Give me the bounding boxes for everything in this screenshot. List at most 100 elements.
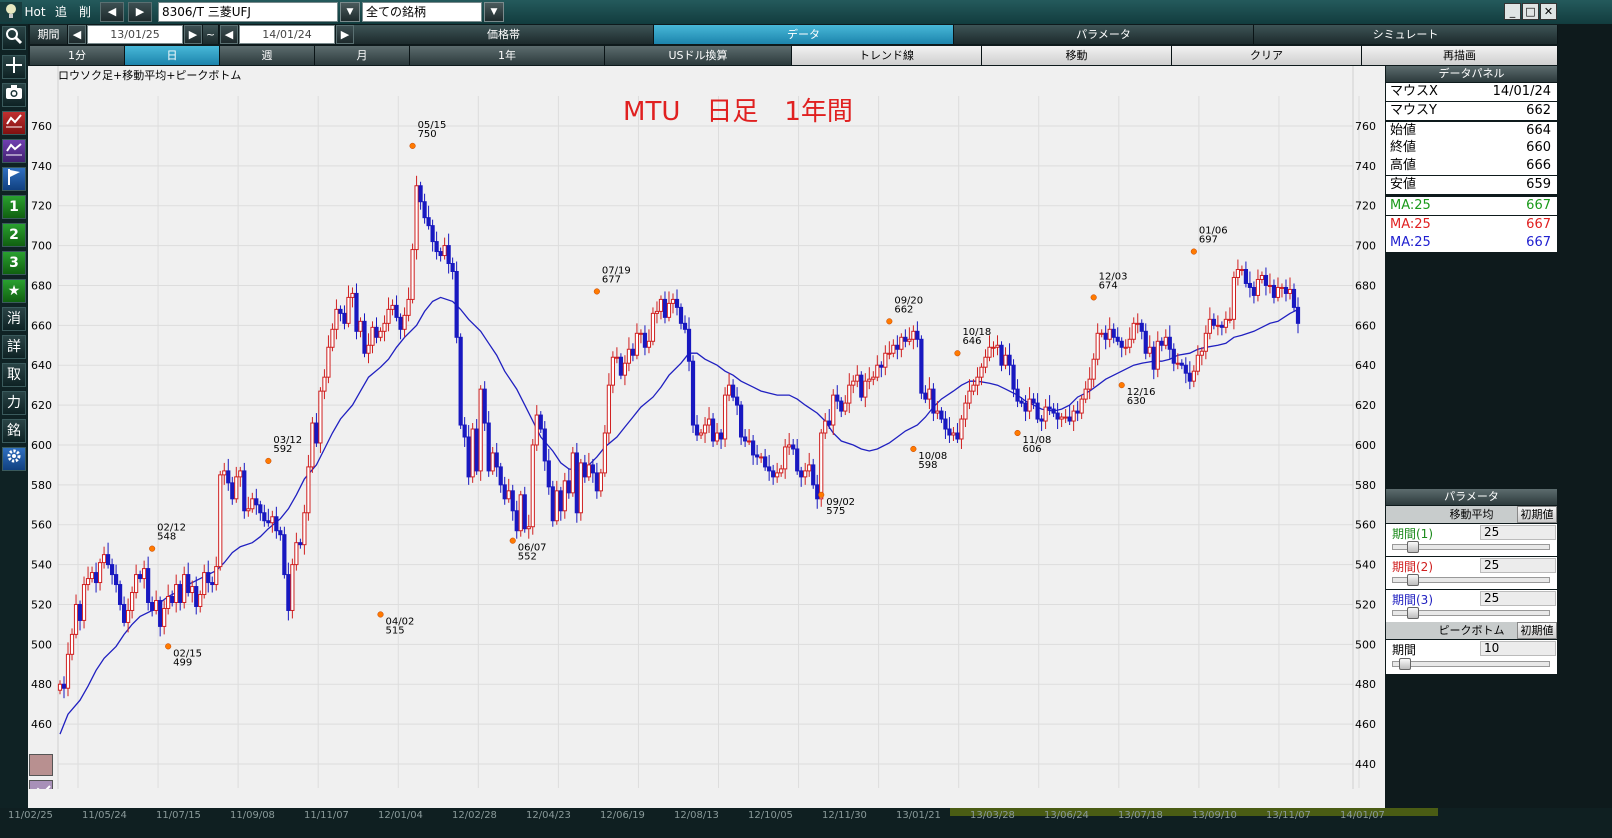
next-symbol-icon[interactable]: ▶ <box>128 2 152 22</box>
minimize-icon[interactable]: _ <box>1504 3 1521 20</box>
gear-icon[interactable] <box>2 447 26 471</box>
ma-data-row: MA:25 667 <box>1386 197 1557 215</box>
trendline-button[interactable]: トレンド線 <box>792 46 982 65</box>
from-date-input[interactable]: 13/01/25 <box>87 25 183 44</box>
usd-convert-button[interactable]: USドル換算 <box>605 46 792 65</box>
candle-body <box>1271 284 1277 298</box>
candle-body <box>354 292 359 332</box>
delete-button[interactable]: 削 <box>74 2 96 22</box>
prev-symbol-icon[interactable]: ◀ <box>100 2 124 22</box>
candle-body <box>863 380 868 398</box>
crosshair-icon[interactable] <box>2 55 26 79</box>
preset-2-button[interactable]: 2 <box>2 223 26 247</box>
from-next-icon[interactable]: ▶ <box>184 25 202 44</box>
peak-value-label: 575 <box>826 506 845 517</box>
timeframe-week[interactable]: 週 <box>220 46 315 65</box>
to-prev-icon[interactable]: ◀ <box>220 25 238 44</box>
detail-button[interactable]: 詳 <box>2 335 26 359</box>
hot-button[interactable]: Hot <box>22 2 48 22</box>
candle-body <box>799 470 804 478</box>
add-button[interactable]: 追 <box>50 2 72 22</box>
candle-body <box>1167 336 1172 350</box>
ma-param-slider-thumb[interactable] <box>1407 574 1419 586</box>
ma-param-input[interactable]: 25 <box>1480 591 1556 606</box>
preset-1-button[interactable]: 1 <box>2 195 26 219</box>
candle-body <box>1187 372 1192 382</box>
ma-param-input[interactable]: 25 <box>1480 525 1556 540</box>
camera-icon[interactable] <box>2 83 26 107</box>
timeframe-1min[interactable]: 1分 <box>30 46 125 65</box>
candle-body <box>1011 364 1016 390</box>
candle-body <box>939 410 944 420</box>
input-button[interactable]: 力 <box>2 391 26 415</box>
close-icon[interactable]: ✕ <box>1540 3 1557 20</box>
maximize-icon[interactable]: □ <box>1522 3 1539 20</box>
candlestick-chart[interactable]: 02/1254802/1549903/1259204/0251505/15750… <box>28 66 1385 808</box>
timeframe-day[interactable]: 日 <box>125 46 220 65</box>
from-prev-icon[interactable]: ◀ <box>68 25 86 44</box>
candle-body <box>362 320 367 354</box>
timeframe-month[interactable]: 月 <box>315 46 410 65</box>
candle-body <box>294 542 299 566</box>
candle-body <box>534 414 539 446</box>
to-next-icon[interactable]: ▶ <box>336 25 354 44</box>
pb-init-button[interactable]: 初期値 <box>1517 622 1557 639</box>
ma-param-slider[interactable] <box>1392 574 1550 586</box>
line-chart-icon[interactable] <box>2 111 26 135</box>
candle-body <box>474 428 479 472</box>
strip-date-label: 13/01/21 <box>896 810 941 821</box>
data-row-label: マウスX <box>1390 84 1438 99</box>
search-icon[interactable] <box>2 26 26 50</box>
candle-body <box>875 364 880 378</box>
tab-data[interactable]: データ <box>654 25 954 44</box>
candle-body <box>522 494 527 530</box>
time-scrollbar[interactable]: 11/02/25 11/05/24 11/07/15 11/09/08 11/11/07… <box>0 808 1612 838</box>
tab-simulate[interactable]: シミュレート <box>1254 25 1558 44</box>
bulb-icon[interactable] <box>0 2 22 22</box>
y-tick-label-right: 520 <box>1355 598 1376 611</box>
star-icon[interactable]: ★ <box>2 279 26 303</box>
candle-body <box>1091 358 1096 380</box>
candle-body <box>1151 346 1156 370</box>
timeframe-1year[interactable]: 1年 <box>410 46 605 65</box>
to-date-input[interactable]: 14/01/24 <box>239 25 335 44</box>
clear-button[interactable]: クリア <box>1172 46 1362 65</box>
candle-body <box>402 314 407 330</box>
wave-chart-icon[interactable] <box>2 139 26 163</box>
ma-param-slider[interactable] <box>1392 541 1550 553</box>
candle-body <box>358 320 363 332</box>
ma-param-slider-thumb[interactable] <box>1407 607 1419 619</box>
candle-body <box>342 312 347 324</box>
candle-body <box>166 596 171 609</box>
data-row: 始値 664 <box>1386 120 1557 140</box>
flag-icon[interactable] <box>2 167 26 191</box>
zoom-in-icon[interactable] <box>29 754 53 776</box>
tab-price-band[interactable]: 価格帯 <box>354 25 654 44</box>
preset-3-button[interactable]: 3 <box>2 251 26 275</box>
data-row: 高値 666 <box>1386 157 1557 175</box>
ma-param-input[interactable]: 25 <box>1480 558 1556 573</box>
stock-button[interactable]: 銘 <box>2 419 26 443</box>
pb-period-slider[interactable] <box>1392 658 1550 670</box>
symbol-input[interactable]: 8306/T 三菱UFJ <box>158 2 338 22</box>
candle-body <box>426 217 431 227</box>
candle-body <box>610 356 615 386</box>
y-tick-label-right: 620 <box>1355 399 1376 412</box>
pb-period-slider-thumb[interactable] <box>1399 658 1411 670</box>
ma-param-slider[interactable] <box>1392 607 1550 619</box>
y-tick-label: 700 <box>31 240 52 253</box>
move-button[interactable]: 移動 <box>982 46 1172 65</box>
tab-parameters[interactable]: パラメータ <box>954 25 1254 44</box>
fetch-button[interactable]: 取 <box>2 363 26 387</box>
erase-button[interactable]: 消 <box>2 307 26 331</box>
redraw-button[interactable]: 再描画 <box>1362 46 1558 65</box>
chart-area[interactable]: 02/12 548 02/15 499 03/12 592 04/02 515 05/15 750… <box>28 66 1385 808</box>
ma-param-slider-thumb[interactable] <box>1407 541 1419 553</box>
candle-body <box>154 599 159 611</box>
symbol-dropdown-icon[interactable]: ▼ <box>340 2 360 22</box>
candle-body <box>498 466 503 486</box>
filter-dropdown-icon[interactable]: ▼ <box>484 2 504 22</box>
filter-select[interactable]: 全ての銘柄 <box>362 2 482 22</box>
ma-init-button[interactable]: 初期値 <box>1517 506 1557 523</box>
pb-period-input[interactable]: 10 <box>1480 641 1556 656</box>
